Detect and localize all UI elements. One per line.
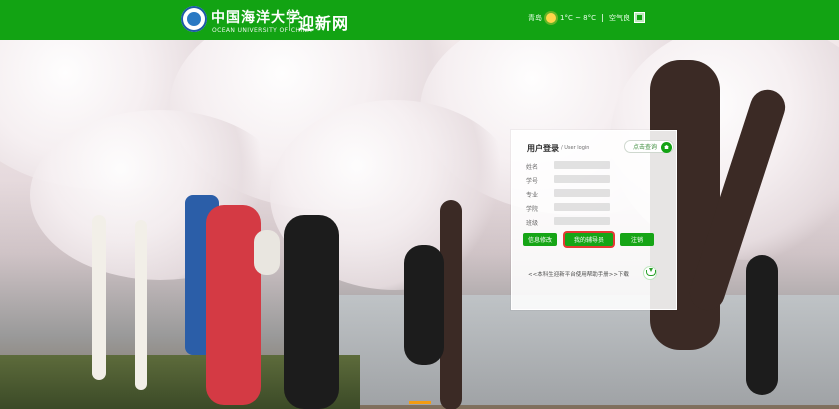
weather-temperature: 1°C ~ 8°C xyxy=(560,13,596,22)
login-subtitle: / User login xyxy=(561,145,590,151)
field-class-value xyxy=(554,217,610,225)
field-college-value xyxy=(554,203,610,211)
logout-button[interactable]: 注销 xyxy=(620,233,654,246)
field-class-label: 班级 xyxy=(526,220,539,227)
header-content: 中国海洋大学 OCEAN UNIVERSITY OF CHINA 迎新网 青岛 … xyxy=(0,0,839,40)
my-counselor-button-label: 我的辅导员 xyxy=(573,237,604,244)
field-major-label: 专业 xyxy=(526,192,539,199)
edit-info-button-label: 信息修改 xyxy=(527,237,552,244)
weather-widget: 青岛 1°C ~ 8°C 空气良 xyxy=(528,12,645,23)
sun-icon xyxy=(546,12,556,23)
edit-info-button[interactable]: 信息修改 xyxy=(523,233,557,246)
my-counselor-button[interactable]: 我的辅导员 xyxy=(565,233,613,246)
field-name-value xyxy=(554,161,610,169)
person xyxy=(254,230,280,275)
header-divider xyxy=(289,9,290,31)
person xyxy=(284,215,339,409)
person-with-backpack xyxy=(206,205,261,405)
query-button[interactable]: 点击查询 xyxy=(624,140,674,153)
air-quality-badge-icon xyxy=(634,12,645,23)
brand-english-name: OCEAN UNIVERSITY OF CHINA xyxy=(212,27,312,34)
query-button-label: 点击查询 xyxy=(633,144,658,151)
carousel-indicator[interactable] xyxy=(409,401,431,404)
top-header-bar: 中国海洋大学 OCEAN UNIVERSITY OF CHINA 迎新网 青岛 … xyxy=(0,0,839,40)
weather-air-quality: 空气良 xyxy=(609,13,630,22)
login-panel: 用户登录 / User login 点击查询 姓名 学号 专业 学院 班级 信息… xyxy=(511,130,677,310)
field-name-label: 姓名 xyxy=(526,164,539,171)
manual-download-text: <<本科生迎新平台使用帮助手册>>下载 xyxy=(528,272,629,278)
university-seal-logo xyxy=(181,6,207,32)
tree-trunk-white xyxy=(92,215,106,380)
person xyxy=(404,245,444,365)
login-title: 用户登录 xyxy=(527,144,559,153)
site-title: 迎新网 xyxy=(298,14,350,33)
weather-location: 青岛 xyxy=(528,13,542,22)
manual-download-link[interactable]: <<本科生迎新平台使用帮助手册>>下载 xyxy=(528,270,629,278)
weather-divider xyxy=(602,13,603,22)
tree-trunk-white xyxy=(135,220,147,390)
home-icon xyxy=(661,142,672,153)
brand-chinese-name: 中国海洋大学 xyxy=(211,10,301,26)
background-photo xyxy=(0,40,839,409)
download-cloud-icon[interactable] xyxy=(643,266,657,280)
field-student-id-value xyxy=(554,175,610,183)
logout-button-label: 注销 xyxy=(630,237,643,244)
field-major-value xyxy=(554,189,610,197)
field-student-id-label: 学号 xyxy=(526,178,539,185)
field-college-label: 学院 xyxy=(526,206,539,213)
person xyxy=(746,255,778,395)
